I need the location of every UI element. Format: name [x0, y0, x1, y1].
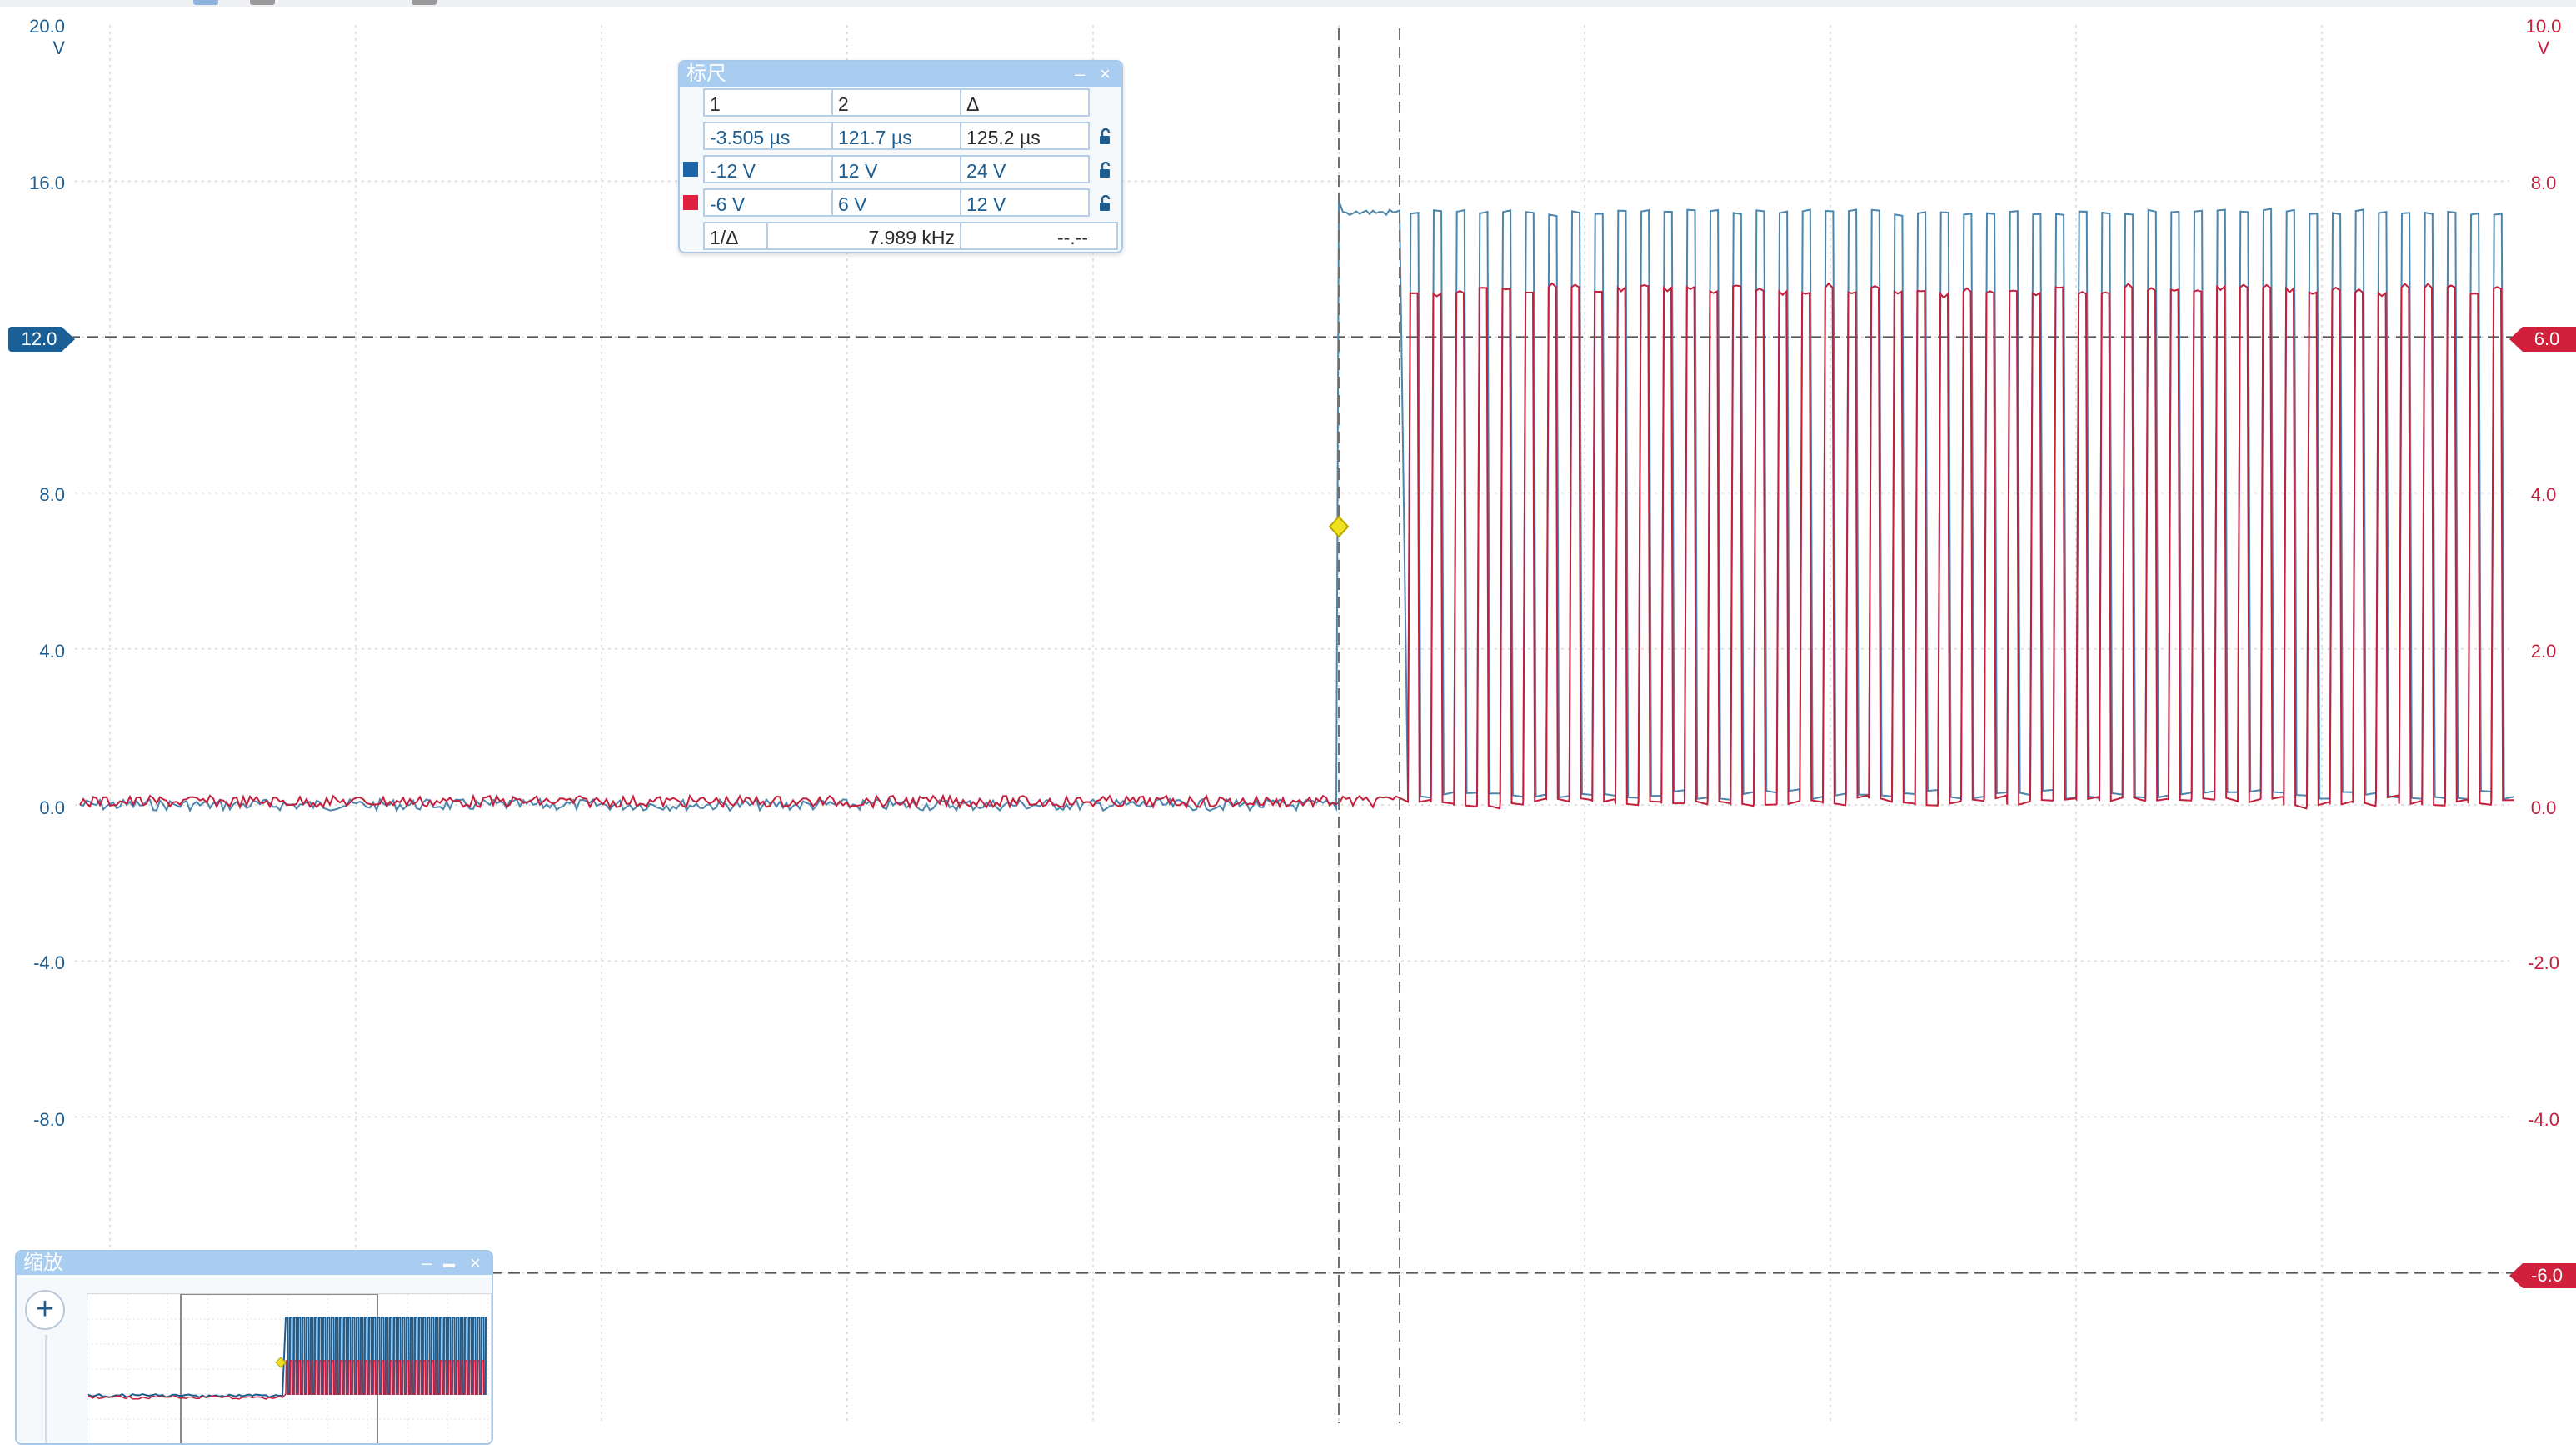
right-axis-tick: -2.0 — [2528, 952, 2559, 973]
zoom-overview-minimap[interactable] — [87, 1293, 492, 1445]
ruler-panel[interactable]: 标尺 – × 1 2 Δ -3.505 µs 121.7 µs 125.2 µs… — [678, 60, 1123, 253]
plot-grid — [75, 25, 2509, 1423]
ruler-channel-a-delta: 24 V — [960, 155, 1090, 183]
ruler-inverse-delta-value: 7.989 kHz — [766, 222, 961, 250]
left-axis-tick: 8.0 — [39, 484, 65, 505]
channel-a-trace — [79, 200, 2514, 813]
ruler-header-cursor2: 2 — [831, 88, 961, 117]
minimize-icon[interactable]: – — [1075, 62, 1085, 87]
minimize-icon[interactable]: – — [422, 1252, 432, 1275]
channel-a-swatch — [683, 162, 698, 177]
ruler-channel-b-cursor2[interactable]: 6 V — [831, 188, 961, 217]
ruler-header-cursor1: 1 — [703, 88, 833, 117]
ruler-time-cursor1[interactable]: -3.505 µs — [703, 122, 833, 150]
left-axis-tick: 4.0 — [39, 641, 65, 662]
ruler-channel-a-cursor1[interactable]: -12 V — [703, 155, 833, 183]
right-axis-tick: -4.0 — [2528, 1109, 2559, 1130]
ruler-inverse-delta-label: 1/Δ — [703, 222, 770, 250]
left-axis-tick: -8.0 — [33, 1109, 65, 1130]
trigger-marker[interactable] — [1328, 515, 1350, 538]
ruler-panel-title: 标尺 — [686, 62, 726, 85]
ruler-time-cursor2[interactable]: 121.7 µs — [831, 122, 961, 150]
unlocked-lock-icon[interactable] — [1098, 162, 1113, 178]
ruler-channel-b-cursor1[interactable]: -6 V — [703, 188, 833, 217]
ruler-channel-a-cursor2[interactable]: 12 V — [831, 155, 961, 183]
ruler-time-delta: 125.2 µs — [960, 122, 1090, 150]
close-icon[interactable]: × — [1100, 62, 1111, 87]
ruler-cursors[interactable] — [1338, 28, 1400, 1423]
ruler-panel-titlebar[interactable]: 标尺 – × — [680, 62, 1121, 87]
right-axis-tick: 8.0 — [2530, 172, 2557, 193]
ruler-header-delta: Δ — [960, 88, 1090, 117]
ruler-inverse-delta-other: --.-- — [960, 222, 1118, 250]
left-axis-tick: 16.0 — [29, 172, 65, 193]
left-axis-tick: 0.0 — [39, 798, 65, 818]
zoom-slider[interactable] — [45, 1335, 47, 1443]
left-axis-unit: V — [52, 38, 65, 58]
ruler-channel-b-delta: 12 V — [960, 188, 1090, 217]
channel-b-trace — [79, 282, 2514, 810]
right-axis-tick: 4.0 — [2530, 484, 2557, 505]
oscilloscope-plot[interactable] — [0, 0, 2576, 1423]
zoom-panel-titlebar[interactable]: 缩放 – ▬ × — [17, 1252, 492, 1275]
channel-b-swatch — [683, 195, 698, 210]
channel-b-lower-level-tag[interactable]: -6.0 — [2509, 1263, 2576, 1288]
channel-a-level-tag[interactable]: 12.0 — [8, 327, 75, 352]
channel-b-level-tag[interactable]: 6.0 — [2509, 327, 2576, 352]
zoom-panel[interactable]: 缩放 – ▬ × + — [15, 1250, 493, 1445]
unlocked-lock-icon[interactable] — [1098, 128, 1113, 145]
right-axis-tick: 2.0 — [2530, 641, 2557, 662]
zoom-panel-title: 缩放 — [23, 1252, 63, 1274]
right-axis-unit: V — [2537, 38, 2550, 58]
right-axis-tick: 0.0 — [2530, 798, 2557, 818]
left-axis-tick: -4.0 — [33, 952, 65, 973]
right-axis-top-value: 10.0 — [2525, 16, 2562, 37]
zoom-in-button[interactable]: + — [25, 1290, 65, 1330]
close-icon[interactable]: × — [470, 1252, 481, 1275]
unlocked-lock-icon[interactable] — [1098, 195, 1113, 212]
left-axis-top-value: 20.0 — [29, 16, 65, 37]
maximize-icon[interactable]: ▬ — [443, 1252, 455, 1275]
